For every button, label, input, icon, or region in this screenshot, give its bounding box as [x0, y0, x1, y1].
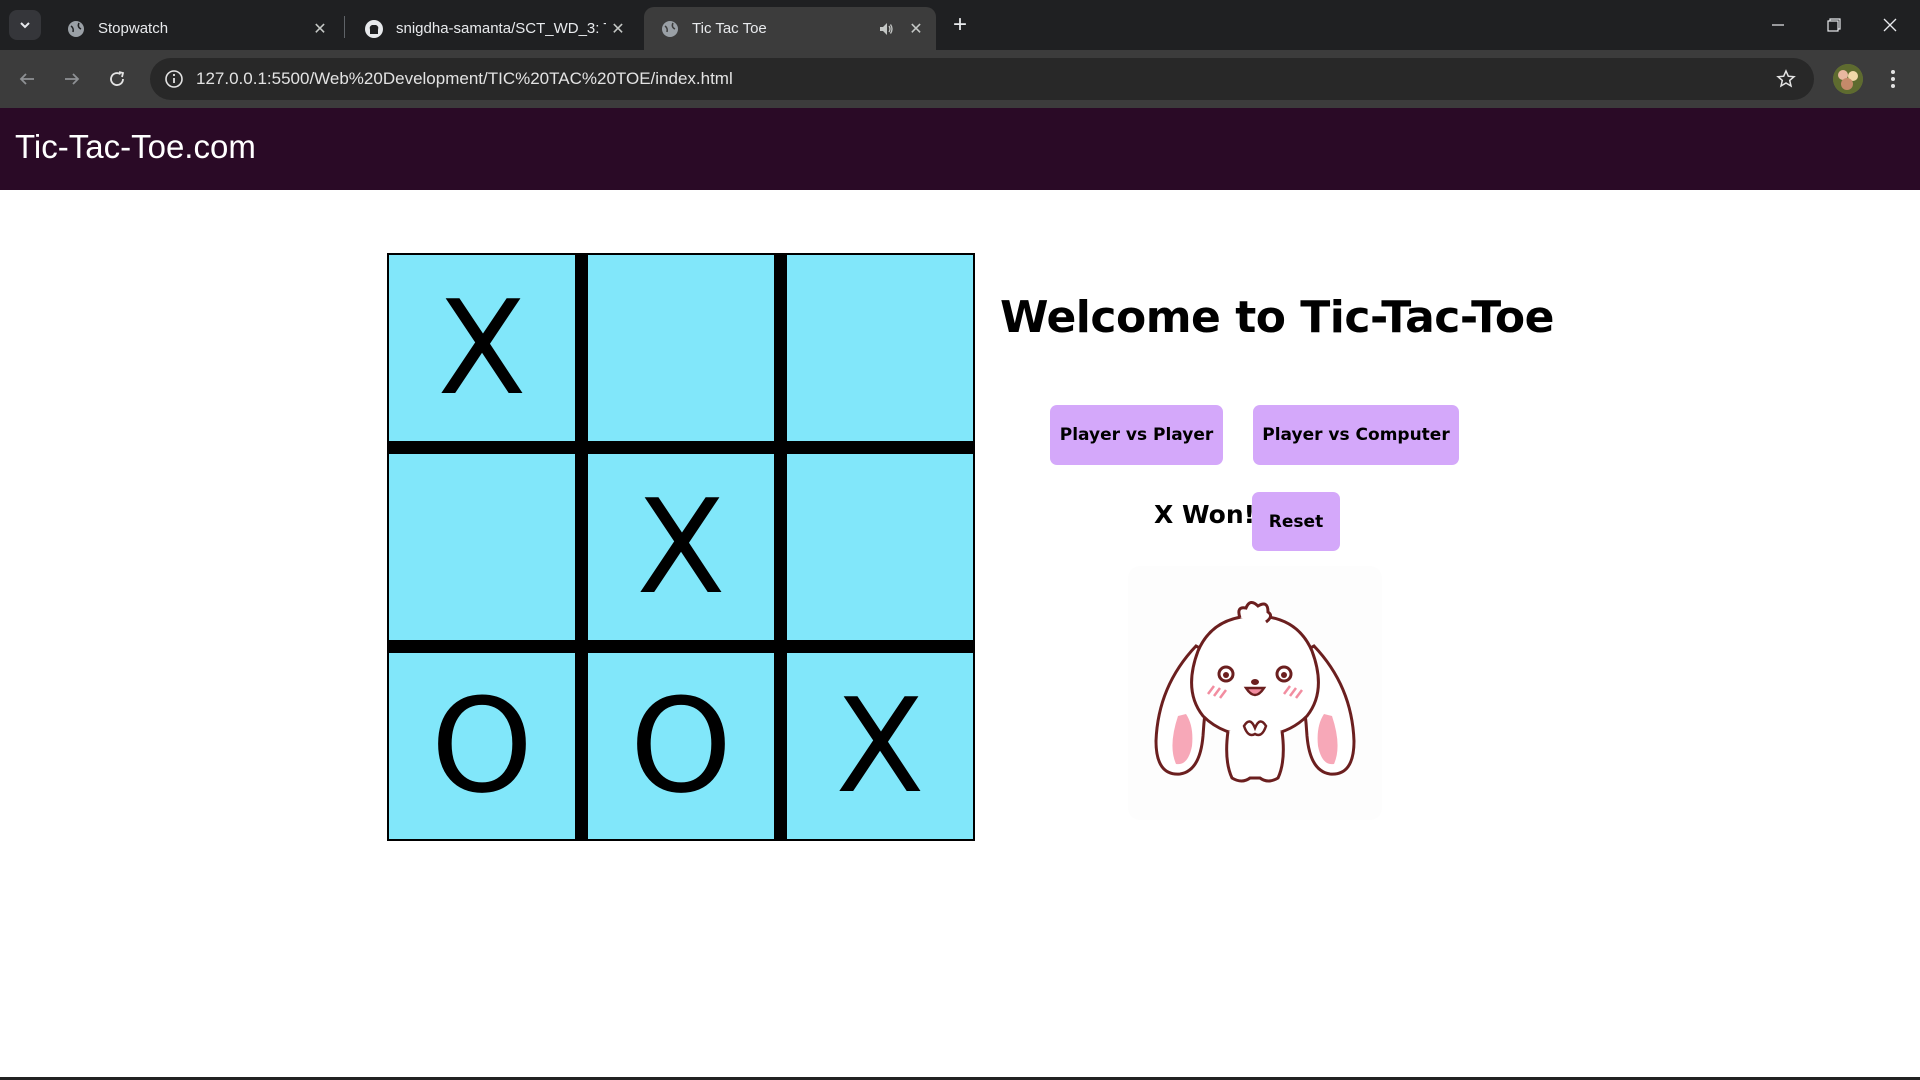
globe-icon: [660, 19, 680, 39]
site-header: Tic-Tac-Toe.com: [0, 108, 1920, 190]
close-window-button[interactable]: [1862, 0, 1918, 50]
menu-button[interactable]: [1878, 61, 1908, 97]
info-icon[interactable]: [154, 58, 194, 100]
globe-icon: [66, 19, 86, 39]
arrow-left-icon: [19, 73, 34, 85]
minimize-icon: [1772, 24, 1784, 26]
tab-title: Tic Tac Toe: [692, 20, 767, 37]
board-cell[interactable]: [387, 452, 577, 642]
board-cell[interactable]: X: [785, 651, 975, 841]
avatar-icon: [1833, 64, 1863, 94]
bunny-image: [1154, 601, 1356, 783]
more-vertical-icon: [1891, 70, 1895, 88]
back-button[interactable]: [9, 61, 45, 97]
address-bar[interactable]: 127.0.0.1:5500/Web%20Development/TIC%20T…: [150, 58, 1814, 100]
bookmark-star-icon[interactable]: [1774, 67, 1798, 91]
tab-title: snigdha-samanta/SCT_WD_3: Ti: [396, 20, 606, 37]
reload-button[interactable]: [99, 61, 135, 97]
board-cell[interactable]: O: [586, 651, 776, 841]
tab-separator: [344, 16, 345, 38]
game-board: X X O O X: [387, 253, 975, 841]
board-cell[interactable]: O: [387, 651, 577, 841]
chevron-down-icon: [20, 22, 30, 29]
close-icon: [1883, 18, 1897, 32]
plus-icon: +: [952, 11, 967, 38]
github-icon: [364, 19, 384, 39]
board-cell[interactable]: [586, 253, 776, 443]
url-text[interactable]: 127.0.0.1:5500/Web%20Development/TIC%20T…: [196, 69, 733, 89]
speaker-icon[interactable]: [874, 17, 898, 41]
site-title: Tic-Tac-Toe.com: [15, 128, 256, 165]
tab-stopwatch[interactable]: Stopwatch ✕: [50, 7, 340, 50]
page-heading: Welcome to Tic-Tac-Toe: [1000, 292, 1554, 343]
player-vs-player-button[interactable]: Player vs Player: [1050, 405, 1223, 465]
bunny-illustration: [1128, 566, 1382, 820]
forward-button[interactable]: [54, 61, 90, 97]
board-cell[interactable]: [785, 253, 975, 443]
minimize-button[interactable]: [1750, 0, 1806, 50]
close-icon[interactable]: ✕: [904, 17, 928, 41]
restore-button[interactable]: [1806, 0, 1862, 50]
tab-tic-tac-toe[interactable]: Tic Tac Toe ✕: [644, 7, 936, 50]
tab-github[interactable]: snigdha-samanta/SCT_WD_3: Ti ✕: [348, 7, 638, 50]
board-cell[interactable]: X: [586, 452, 776, 642]
browser-toolbar: 127.0.0.1:5500/Web%20Development/TIC%20T…: [0, 50, 1920, 108]
profile-avatar[interactable]: [1833, 64, 1863, 94]
tab-strip: Stopwatch ✕ snigdha-samanta/SCT_WD_3: Ti…: [0, 0, 1920, 50]
reset-button[interactable]: Reset: [1252, 492, 1340, 551]
tab-title: Stopwatch: [98, 20, 169, 37]
tab-search-button[interactable]: [9, 10, 41, 40]
arrow-right-icon: [65, 73, 80, 85]
new-tab-button[interactable]: +: [944, 11, 976, 38]
close-icon[interactable]: ✕: [606, 17, 630, 41]
restore-icon: [1827, 18, 1841, 32]
player-vs-computer-button[interactable]: Player vs Computer: [1253, 405, 1459, 465]
close-icon[interactable]: ✕: [308, 17, 332, 41]
reload-icon: [110, 71, 125, 86]
game-status: X Won!: [1154, 500, 1256, 529]
board-cell[interactable]: [785, 452, 975, 642]
board-cell[interactable]: X: [387, 253, 577, 443]
